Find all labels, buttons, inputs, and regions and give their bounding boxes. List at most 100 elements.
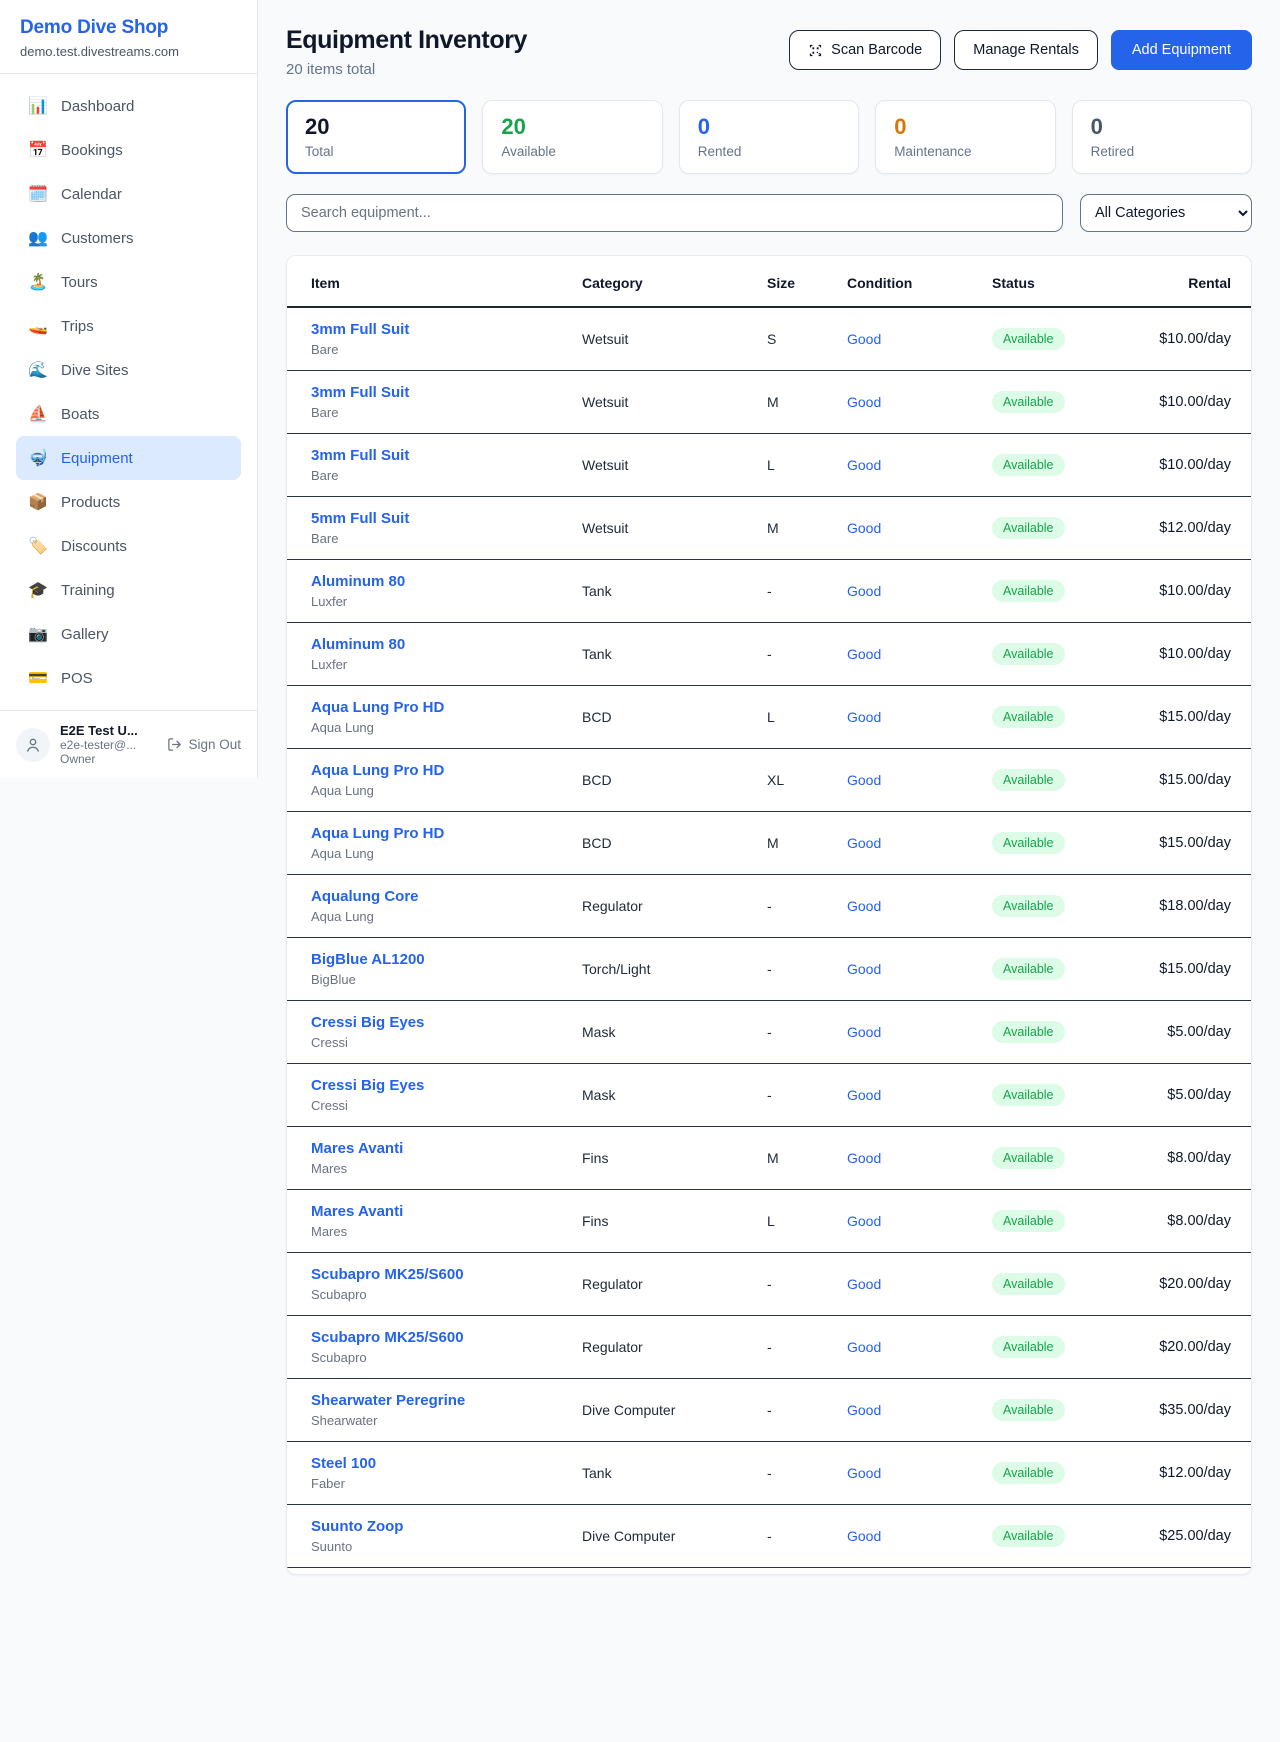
item-name-link[interactable]: Scubapro MK25/S600 xyxy=(311,1266,582,1283)
sidebar-item-label: Discounts xyxy=(61,538,127,555)
sidebar-item-customers[interactable]: 👥Customers xyxy=(16,216,241,260)
stat-card-maintenance[interactable]: 0Maintenance xyxy=(875,100,1055,174)
item-name-link[interactable]: Aluminum 80 xyxy=(311,573,582,590)
pos-icon: 💳 xyxy=(28,668,48,688)
item-category: Dive Computer xyxy=(582,1505,767,1568)
condition-link[interactable]: Good xyxy=(847,1276,881,1292)
condition-link[interactable]: Good xyxy=(847,1024,881,1040)
status-badge: Available xyxy=(992,391,1065,413)
table-row: Aqualung CoreAqua LungRegulator-GoodAvai… xyxy=(287,875,1251,938)
condition-link[interactable]: Good xyxy=(847,583,881,599)
main-content: Equipment Inventory 20 items total Scan … xyxy=(258,0,1280,1593)
item-name-link[interactable]: Steel 100 xyxy=(311,1455,582,1472)
sidebar-item-products[interactable]: 📦Products xyxy=(16,480,241,524)
item-name-link[interactable]: Aluminum 80 xyxy=(311,636,582,653)
item-name-link[interactable]: 3mm Full Suit xyxy=(311,384,582,401)
item-name-link[interactable]: Cressi Big Eyes xyxy=(311,1014,582,1031)
sidebar-item-boats[interactable]: ⛵Boats xyxy=(16,392,241,436)
sidebar-item-tours[interactable]: 🏝️Tours xyxy=(16,260,241,304)
item-brand: BigBlue xyxy=(311,972,582,987)
status-badge: Available xyxy=(992,1021,1065,1043)
condition-link[interactable]: Good xyxy=(847,898,881,914)
condition-link[interactable]: Good xyxy=(847,961,881,977)
sidebar-item-equipment[interactable]: 🤿Equipment xyxy=(16,436,241,480)
stat-card-rented[interactable]: 0Rented xyxy=(679,100,859,174)
stat-card-available[interactable]: 20Available xyxy=(482,100,662,174)
condition-link[interactable]: Good xyxy=(847,646,881,662)
item-name-link[interactable]: Mares Avanti xyxy=(311,1140,582,1157)
rental-price: $25.00/day xyxy=(1154,1505,1251,1568)
stat-value: 0 xyxy=(698,114,840,140)
sign-out-button[interactable]: Sign Out xyxy=(167,737,241,752)
condition-link[interactable]: Good xyxy=(847,709,881,725)
stat-card-total[interactable]: 20Total xyxy=(286,100,466,174)
item-name-link[interactable]: Aqua Lung Pro HD xyxy=(311,699,582,716)
sidebar-item-bookings[interactable]: 📅Bookings xyxy=(16,128,241,172)
sidebar-item-gallery[interactable]: 📷Gallery xyxy=(16,612,241,656)
condition-link[interactable]: Good xyxy=(847,1465,881,1481)
condition-link[interactable]: Good xyxy=(847,1150,881,1166)
manage-rentals-button[interactable]: Manage Rentals xyxy=(954,30,1098,70)
condition-link[interactable]: Good xyxy=(847,1213,881,1229)
item-name-link[interactable]: 3mm Full Suit xyxy=(311,321,582,338)
sidebar-item-pos[interactable]: 💳POS xyxy=(16,656,241,700)
item-name-link[interactable]: Aqua Lung Pro HD xyxy=(311,825,582,842)
item-name-link[interactable]: 5mm Full Suit xyxy=(311,510,582,527)
add-equipment-button[interactable]: Add Equipment xyxy=(1111,30,1252,70)
condition-link[interactable]: Good xyxy=(847,394,881,410)
stat-label: Retired xyxy=(1091,144,1233,159)
condition-link[interactable]: Good xyxy=(847,331,881,347)
condition-link[interactable]: Good xyxy=(847,1528,881,1544)
item-name-link[interactable]: Aqua Lung Pro HD xyxy=(311,762,582,779)
item-name-link[interactable]: Scubapro MK25/S600 xyxy=(311,1329,582,1346)
table-row: BigBlue AL1200BigBlueTorch/Light-GoodAva… xyxy=(287,938,1251,1001)
sidebar-item-training[interactable]: 🎓Training xyxy=(16,568,241,612)
item-name-link[interactable]: Aqualung Core xyxy=(311,888,582,905)
item-name-link[interactable]: BigBlue AL1200 xyxy=(311,951,582,968)
condition-link[interactable]: Good xyxy=(847,457,881,473)
status-badge: Available xyxy=(992,580,1065,602)
sidebar-item-label: Dashboard xyxy=(61,98,134,115)
customers-icon: 👥 xyxy=(28,228,48,248)
item-size: - xyxy=(767,875,847,938)
condition-link[interactable]: Good xyxy=(847,1402,881,1418)
item-name-link[interactable]: Cressi Big Eyes xyxy=(311,1077,582,1094)
equipment-table-body: 3mm Full SuitBareWetsuitSGoodAvailable$1… xyxy=(287,307,1251,1568)
products-icon: 📦 xyxy=(28,492,48,512)
stat-card-retired[interactable]: 0Retired xyxy=(1072,100,1252,174)
scan-barcode-button[interactable]: Scan Barcode xyxy=(789,30,941,70)
sidebar-header: Demo Dive Shop demo.test.divestreams.com xyxy=(0,0,257,74)
condition-link[interactable]: Good xyxy=(847,520,881,536)
item-name-link[interactable]: 3mm Full Suit xyxy=(311,447,582,464)
rental-price: $12.00/day xyxy=(1154,497,1251,560)
sidebar-item-trips[interactable]: 🚤Trips xyxy=(16,304,241,348)
sidebar-item-discounts[interactable]: 🏷️Discounts xyxy=(16,524,241,568)
shop-title: Demo Dive Shop xyxy=(20,17,237,39)
sidebar-item-calendar[interactable]: 🗓️Calendar xyxy=(16,172,241,216)
category-filter-select[interactable]: All Categories xyxy=(1080,194,1252,232)
sidebar-item-dive-sites[interactable]: 🌊Dive Sites xyxy=(16,348,241,392)
add-equipment-label: Add Equipment xyxy=(1132,42,1231,58)
stat-value: 20 xyxy=(305,114,447,140)
item-category: Mask xyxy=(582,1001,767,1064)
column-header-status: Status xyxy=(992,256,1154,307)
item-size: M xyxy=(767,1127,847,1190)
item-brand: Cressi xyxy=(311,1035,582,1050)
condition-link[interactable]: Good xyxy=(847,835,881,851)
item-name-link[interactable]: Suunto Zoop xyxy=(311,1518,582,1535)
item-name-link[interactable]: Shearwater Peregrine xyxy=(311,1392,582,1409)
search-input[interactable] xyxy=(286,194,1063,232)
item-brand: Mares xyxy=(311,1224,582,1239)
table-row: 3mm Full SuitBareWetsuitLGoodAvailable$1… xyxy=(287,434,1251,497)
item-category: Wetsuit xyxy=(582,371,767,434)
condition-link[interactable]: Good xyxy=(847,1087,881,1103)
status-badge: Available xyxy=(992,706,1065,728)
table-row: 5mm Full SuitBareWetsuitMGoodAvailable$1… xyxy=(287,497,1251,560)
item-name-link[interactable]: Mares Avanti xyxy=(311,1203,582,1220)
item-size: - xyxy=(767,1001,847,1064)
table-row: 3mm Full SuitBareWetsuitSGoodAvailable$1… xyxy=(287,307,1251,371)
table-row: Scubapro MK25/S600ScubaproRegulator-Good… xyxy=(287,1253,1251,1316)
condition-link[interactable]: Good xyxy=(847,1339,881,1355)
sidebar-item-dashboard[interactable]: 📊Dashboard xyxy=(16,84,241,128)
condition-link[interactable]: Good xyxy=(847,772,881,788)
